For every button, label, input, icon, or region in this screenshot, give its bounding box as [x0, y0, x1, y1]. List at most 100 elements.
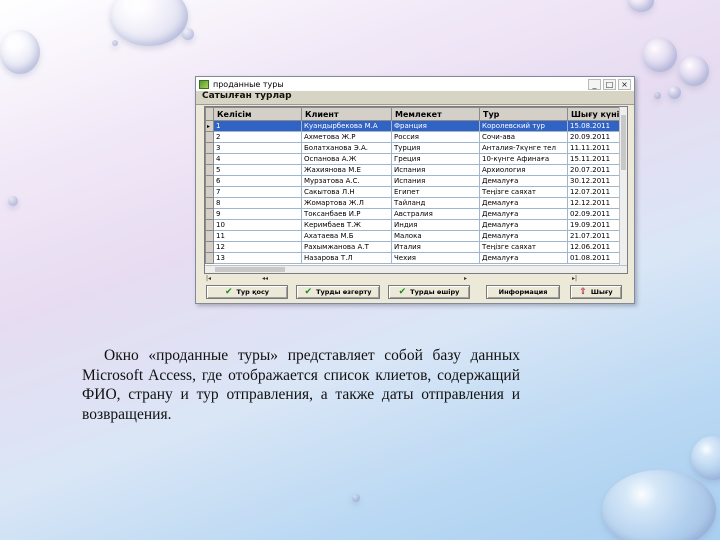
table-cell[interactable]: Турция	[391, 142, 480, 154]
table-cell[interactable]: Назарова Т.Л	[301, 252, 392, 264]
delete-tour-button[interactable]: ✔ Турды өшіру	[388, 285, 470, 299]
column-header[interactable]: Шығу күні	[567, 107, 623, 121]
table-cell[interactable]: Жомартова Ж.Л	[301, 197, 392, 209]
table-cell[interactable]: Австралия	[391, 208, 480, 220]
tours-grid[interactable]: Келісім Клиент Мемлекет Тур Шығу күні ▸ 1 Куан…	[204, 106, 628, 274]
table-cell[interactable]: 30.12.2011	[567, 175, 623, 187]
table-cell[interactable]: 12.12.2011	[567, 197, 623, 209]
table-cell[interactable]: Болатханова Э.А.	[301, 142, 392, 154]
table-cell[interactable]: Греция	[391, 153, 480, 165]
table-cell[interactable]: Египет	[391, 186, 480, 198]
table-row[interactable]: 12 Рахымжанова А.Т Италия Теңізге саяхат 12.…	[205, 241, 627, 253]
table-row[interactable]: 6 Мурзатова А.С. Испания Демалуға 30.12.2011	[205, 175, 627, 187]
table-cell[interactable]: Индия	[391, 219, 480, 231]
table-cell[interactable]: 02.09.2011	[567, 208, 623, 220]
table-cell[interactable]: 2	[213, 131, 302, 143]
table-cell[interactable]: Италия	[391, 241, 480, 253]
table-cell[interactable]: 12.07.2011	[567, 186, 623, 198]
table-cell[interactable]: Чехия	[391, 252, 480, 264]
table-cell[interactable]: 20.09.2011	[567, 131, 623, 143]
table-cell[interactable]: 13	[213, 252, 302, 264]
table-cell[interactable]: Теңізге саяхат	[479, 241, 568, 253]
table-cell[interactable]: 20.07.2011	[567, 164, 623, 176]
table-cell[interactable]: Рахымжанова А.Т	[301, 241, 392, 253]
column-header[interactable]: Тур	[479, 107, 568, 121]
table-cell[interactable]: 5	[213, 164, 302, 176]
row-indicator[interactable]: ▸	[205, 120, 214, 132]
table-row[interactable]: 7 Сакытова Л.Н Египет Теңізге саяхат 12.07.2…	[205, 186, 627, 198]
table-cell[interactable]: Демалуға	[479, 219, 568, 231]
table-row[interactable]: 9 Токсанбаев И.Р Австралия Демалуға 02.09.20…	[205, 208, 627, 220]
row-indicator[interactable]	[205, 142, 214, 154]
exit-button[interactable]: ⇧ Шығу	[570, 285, 622, 299]
close-button[interactable]: ×	[618, 78, 631, 90]
table-row[interactable]: 3 Болатханова Э.А. Турция Анталия-7күнге те…	[205, 142, 627, 154]
table-cell[interactable]: Мурзатова А.С.	[301, 175, 392, 187]
row-indicator[interactable]	[205, 219, 214, 231]
nav-prev-button[interactable]: ◂◂	[262, 275, 268, 282]
table-cell[interactable]: 10-күнге Афинаға	[479, 153, 568, 165]
table-cell[interactable]: Ахатаева М.Б	[301, 230, 392, 242]
table-row[interactable]: 13 Назарова Т.Л Чехия Демалуға 01.08.2011	[205, 252, 627, 264]
horizontal-scroll-thumb[interactable]	[215, 267, 285, 272]
table-row[interactable]: 5 Жахиянова М.Е Испания Архиология 20.07.201…	[205, 164, 627, 176]
table-cell[interactable]: Демалуға	[479, 175, 568, 187]
table-cell[interactable]: 6	[213, 175, 302, 187]
table-cell[interactable]: 12	[213, 241, 302, 253]
row-indicator[interactable]	[205, 164, 214, 176]
table-cell[interactable]: 11	[213, 230, 302, 242]
table-cell[interactable]: Керимбаев Т.Ж	[301, 219, 392, 231]
table-cell[interactable]: 8	[213, 197, 302, 209]
table-cell[interactable]: Сочи-ава	[479, 131, 568, 143]
row-indicator[interactable]	[205, 197, 214, 209]
table-row[interactable]: 2 Ахметова Ж.Р Россия Сочи-ава 20.09.2011	[205, 131, 627, 143]
table-cell[interactable]: Тайланд	[391, 197, 480, 209]
row-indicator[interactable]	[205, 186, 214, 198]
table-cell[interactable]: Королевский тур	[479, 120, 568, 132]
vertical-scrollbar[interactable]	[619, 107, 627, 273]
table-row[interactable]: 8 Жомартова Ж.Л Тайланд Демалуға 12.12.2011	[205, 197, 627, 209]
table-cell[interactable]: Сакытова Л.Н	[301, 186, 392, 198]
table-cell[interactable]: Демалуға	[479, 208, 568, 220]
table-cell[interactable]: 12.06.2011	[567, 241, 623, 253]
table-cell[interactable]: Франция	[391, 120, 480, 132]
table-cell[interactable]: Малока	[391, 230, 480, 242]
nav-next-button[interactable]: ▸	[464, 275, 467, 282]
row-indicator[interactable]	[205, 208, 214, 220]
table-cell[interactable]: Россия	[391, 131, 480, 143]
table-cell[interactable]: Испания	[391, 164, 480, 176]
horizontal-scrollbar[interactable]	[205, 265, 627, 273]
row-indicator[interactable]	[205, 241, 214, 253]
table-cell[interactable]: 15.08.2011	[567, 120, 623, 132]
table-cell[interactable]: 01.08.2011	[567, 252, 623, 264]
vertical-scroll-thumb[interactable]	[621, 115, 626, 170]
table-cell[interactable]: Оспанова А.Ж	[301, 153, 392, 165]
row-indicator[interactable]	[205, 175, 214, 187]
minimize-button[interactable]: _	[588, 78, 601, 90]
table-cell[interactable]: Демалуға	[479, 252, 568, 264]
table-cell[interactable]: 10	[213, 219, 302, 231]
table-cell[interactable]: Демалуға	[479, 197, 568, 209]
table-row[interactable]: 10 Керимбаев Т.Ж Индия Демалуға 19.09.2011	[205, 219, 627, 231]
column-header[interactable]: Келісім	[213, 107, 302, 121]
column-header[interactable]: Мемлекет	[391, 107, 480, 121]
table-cell[interactable]: 9	[213, 208, 302, 220]
table-cell[interactable]: Токсанбаев И.Р	[301, 208, 392, 220]
row-indicator[interactable]	[205, 131, 214, 143]
row-indicator[interactable]	[205, 153, 214, 165]
row-indicator[interactable]	[205, 230, 214, 242]
add-tour-button[interactable]: ✔ Тур қосу	[206, 285, 288, 299]
table-cell[interactable]: Ахметова Ж.Р	[301, 131, 392, 143]
table-cell[interactable]: 11.11.2011	[567, 142, 623, 154]
info-button[interactable]: Информация	[486, 285, 560, 299]
table-cell[interactable]: Жахиянова М.Е	[301, 164, 392, 176]
table-cell[interactable]: Архиология	[479, 164, 568, 176]
table-cell[interactable]: 3	[213, 142, 302, 154]
table-cell[interactable]: 15.11.2011	[567, 153, 623, 165]
table-cell[interactable]: Теңізге саяхат	[479, 186, 568, 198]
table-cell[interactable]: 1	[213, 120, 302, 132]
table-cell[interactable]: 21.07.2011	[567, 230, 623, 242]
nav-last-button[interactable]: ▸|	[572, 275, 577, 282]
table-row[interactable]: 11 Ахатаева М.Б Малока Демалуға 21.07.2011	[205, 230, 627, 242]
row-indicator[interactable]	[205, 252, 214, 264]
